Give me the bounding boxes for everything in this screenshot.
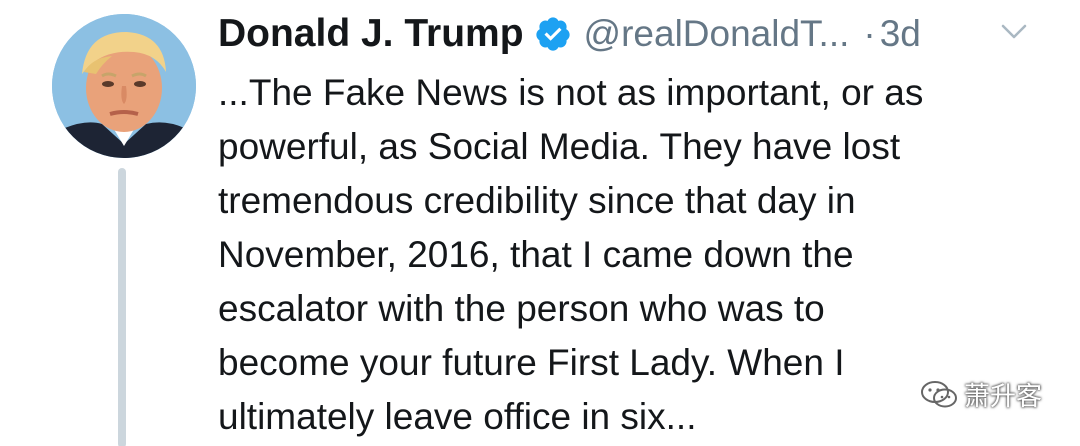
tweet-text-line: ...The Fake News is not as important, or… bbox=[218, 72, 924, 113]
tweet-text-line: escalator with the person who was to bbox=[218, 288, 825, 329]
tweet-text-line: November, 2016, that I came down the bbox=[218, 234, 854, 275]
avatar-portrait-image bbox=[52, 14, 196, 158]
timestamp[interactable]: 3d bbox=[880, 13, 921, 55]
tweet-header: Donald J. Trump @realDonaldT... · 3d bbox=[218, 8, 921, 60]
watermark: 萧升客 bbox=[920, 376, 1042, 413]
watermark-text: 萧升客 bbox=[964, 381, 1043, 411]
author-name[interactable]: Donald J. Trump bbox=[218, 12, 524, 56]
time-separator: · bbox=[863, 13, 876, 54]
author-handle[interactable]: @realDonaldT... bbox=[584, 13, 850, 55]
tweet-text-line: tremendous credibility since that day in bbox=[218, 180, 856, 221]
chevron-down-icon[interactable] bbox=[1000, 22, 1028, 42]
avatar[interactable] bbox=[52, 14, 196, 158]
wechat-icon bbox=[921, 380, 957, 407]
tweet-text-line: become your future First Lady. When I bbox=[218, 342, 845, 383]
verified-badge-icon bbox=[535, 17, 570, 51]
thread-line bbox=[118, 168, 126, 446]
tweet[interactable]: Donald J. Trump @realDonaldT... · 3d ...… bbox=[0, 0, 1080, 446]
tweet-text-line: ultimately leave office in six... bbox=[218, 396, 697, 437]
tweet-text: ...The Fake News is not as important, or… bbox=[218, 66, 1018, 444]
tweet-text-line: powerful, as Social Media. They have los… bbox=[218, 126, 901, 167]
